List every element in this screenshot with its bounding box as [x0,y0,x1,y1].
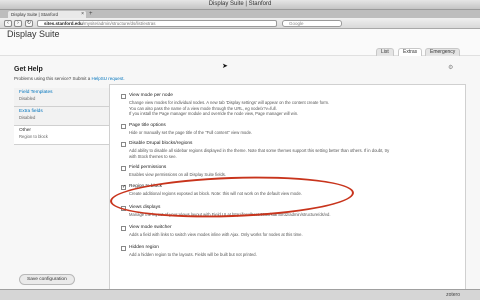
checkbox[interactable] [121,124,126,129]
window-title: Display Suite | Stanford [208,1,272,7]
url-bar[interactable]: sites.stanford.edu/mysite/admin/structur… [37,20,277,27]
vertical-tabs: Field Templates Disabled Extra fields Di… [14,88,109,145]
vertical-tab-other[interactable]: Other Region to block [14,126,109,145]
checkbox[interactable] [121,94,126,99]
option-label: Page title options [129,123,166,128]
save-configuration-button[interactable]: Save configuration [19,274,75,285]
page-content: Display Suite List Extras Emergency Get … [0,29,480,289]
reload-button[interactable]: ↻ [25,20,33,27]
back-button[interactable]: ‹ [4,20,12,27]
vertical-tab-summary: Disabled [19,115,36,120]
vertical-tab-extra-fields[interactable]: Extra fields Disabled [14,107,109,126]
vertical-tab-summary: Region to block [19,134,48,139]
option-description-line: Change view modes for individual nodes. … [129,100,330,105]
option-label: Disable Drupal blocks/regions [129,141,193,146]
checkbox-checked[interactable]: ✓ [121,185,126,190]
mouse-cursor-icon: ➤ [222,63,228,70]
navigation-bar: ‹ › ↻ sites.stanford.edu/mysite/admin/st… [0,18,480,29]
vertical-tab-title: Extra fields [19,109,43,114]
checkbox[interactable] [121,166,126,171]
option-label: View mode per node [129,93,173,98]
option-description: Adds a field with links to switch view m… [129,232,303,238]
option-description-line: Hide or manually set the page title of t… [129,130,253,135]
vertical-tab-field-templates[interactable]: Field Templates Disabled [14,88,109,107]
window-titlebar: Display Suite | Stanford [0,0,480,10]
status-bar: zotero [0,289,480,300]
browser-tab-label: Display Suite | Stanford [11,12,58,17]
option-description: Change view modes for individual nodes. … [129,100,329,117]
zotero-label[interactable]: zotero [446,292,460,298]
close-tab-icon[interactable]: × [81,11,84,17]
search-placeholder: Google [289,21,304,26]
gear-icon[interactable]: ⚙ [448,64,453,71]
checkbox[interactable] [121,246,126,251]
helpsu-link[interactable]: HelpSU request. [92,76,125,81]
vertical-tab-title: Field Templates [19,90,53,95]
vertical-tab-summary: Disabled [19,96,36,101]
option-description-line: Enables view permissions on all Display … [129,172,227,177]
url-path: /mysite/admin/structure/ds/list/extras [82,21,156,26]
checkbox[interactable] [121,142,126,147]
new-tab-icon[interactable]: + [89,11,93,17]
page-header: Display Suite List Extras Emergency [0,29,480,56]
option-description-line: Adds a field with links to switch view m… [129,232,303,237]
vertical-tab-title: Other [19,128,31,133]
option-description-line: If you install the Page manager module a… [129,111,299,116]
tab-emergency[interactable]: Emergency [425,48,461,56]
site-title: Display Suite [7,29,60,39]
checkbox[interactable] [121,226,126,231]
url-host: sites.stanford.edu [44,21,83,26]
option-description: Add ability to disable all sidebar regio… [129,148,389,159]
option-description-line: with Stock themes to see. [129,153,177,159]
option-description-line: Add ability to disable all sidebar regio… [129,148,390,153]
option-description: Hide or manually set the page title of t… [129,130,252,136]
browser-tab[interactable]: Display Suite | Stanford × [8,11,86,18]
help-text: Problems using this service? Submit a He… [14,76,125,81]
option-description: Enables view permissions on all Display … [129,172,226,178]
option-description-line: Add a hidden region to the layouts. Fiel… [129,252,257,257]
search-field[interactable]: Google [282,20,342,27]
tab-bar: Display Suite | Stanford × + [0,10,480,18]
option-label: Field permissions [129,165,167,170]
forward-button[interactable]: › [14,20,22,27]
tab-extras[interactable]: Extras [398,48,423,56]
get-help-heading: Get Help [14,66,43,73]
help-text-body: Problems using this service? Submit a [14,76,92,81]
option-label: View mode switcher [129,225,172,230]
tab-list[interactable]: List [376,48,394,56]
option-label: Hidden region [129,245,159,250]
option-description: Add a hidden region to the layouts. Fiel… [129,252,257,258]
